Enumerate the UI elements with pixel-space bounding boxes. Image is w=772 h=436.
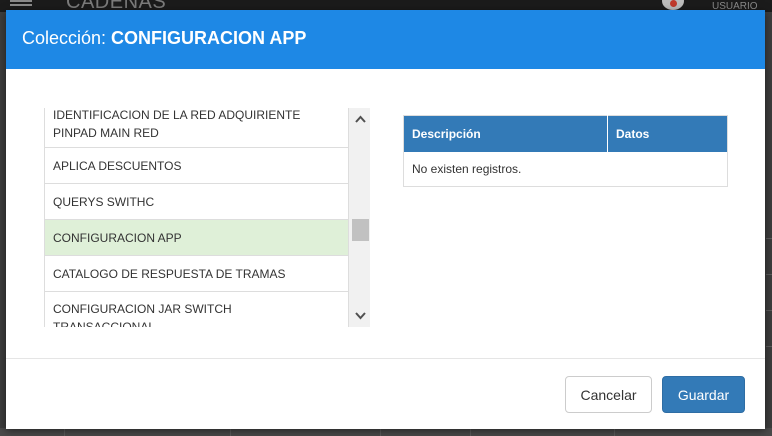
footer-divider: [6, 358, 765, 359]
column-header-descripcion[interactable]: Descripción: [403, 115, 608, 152]
list-item[interactable]: CONFIGURACION APP: [45, 220, 349, 256]
list-item-label: PINPAD MAIN RED: [53, 126, 159, 140]
background-table-footer: [0, 428, 772, 436]
table-row: No existen registros.: [404, 152, 728, 187]
list-item-label: CATALOGO DE RESPUESTA DE TRAMAS: [53, 266, 286, 281]
avatar: [662, 0, 684, 10]
modal-title-prefix: Colección:: [22, 28, 112, 48]
scroll-up-button[interactable]: [349, 108, 370, 130]
column-header-datos[interactable]: Datos: [607, 115, 728, 152]
data-table: Descripción Datos No existen registros.: [403, 115, 728, 187]
list-item-label: CONFIGURACION JAR SWITCH: [53, 302, 232, 316]
collection-list[interactable]: IDENTIFICACION DE LA RED ADQUIRIENTE PINP…: [44, 108, 370, 327]
chevron-down-icon: [354, 312, 366, 320]
list-item-label: IDENTIFICACION DE LA RED ADQUIRIENTE: [53, 108, 301, 122]
list-item[interactable]: QUERYS SWITHC: [45, 184, 349, 220]
collection-modal: Colección: CONFIGURACION APP IDENTIFICAC…: [6, 10, 765, 429]
modal-title: Colección: CONFIGURACION APP: [22, 28, 306, 49]
list-item-label: APLICA DESCUENTOS: [53, 158, 182, 173]
modal-header: Colección: CONFIGURACION APP: [6, 10, 765, 69]
cancel-button[interactable]: Cancelar: [565, 376, 652, 413]
empty-message: No existen registros.: [412, 161, 522, 176]
list-scrollbar[interactable]: [349, 108, 370, 327]
scroll-down-button[interactable]: [349, 305, 370, 327]
save-button[interactable]: Guardar: [662, 376, 745, 413]
menu-icon: [10, 0, 32, 8]
list-item-label: CONFIGURACION APP: [53, 230, 182, 245]
chevron-up-icon: [354, 115, 366, 123]
list-item-label: TRANSACCIONAL: [53, 320, 156, 327]
collection-list-items: IDENTIFICACION DE LA RED ADQUIRIENTE PINP…: [45, 108, 349, 327]
list-item-label: QUERYS SWITHC: [53, 194, 155, 209]
table-header-row: Descripción Datos: [403, 115, 728, 152]
scroll-thumb[interactable]: [352, 218, 369, 241]
list-item[interactable]: CATALOGO DE RESPUESTA DE TRAMAS: [45, 256, 349, 292]
background-table-edge: [766, 70, 772, 370]
modal-title-name: CONFIGURACION APP: [111, 28, 307, 48]
list-item[interactable]: IDENTIFICACION DE LA RED ADQUIRIENTE PINP…: [45, 108, 349, 148]
list-item[interactable]: APLICA DESCUENTOS: [45, 148, 349, 184]
list-item[interactable]: CONFIGURACION JAR SWITCH TRANSACCIONAL: [45, 292, 349, 327]
